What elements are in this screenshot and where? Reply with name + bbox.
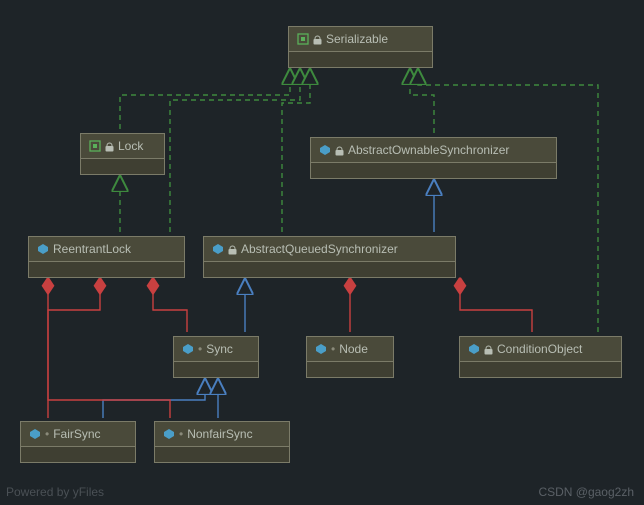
lock-icon [228,244,237,255]
class-icon [182,343,194,355]
class-fairsync[interactable]: • FairSync [20,421,136,463]
vis-icon: • [45,427,49,441]
vis-icon: • [331,342,335,356]
credit-text: CSDN @gaog2zh [538,485,634,499]
class-icon [29,428,41,440]
interface-icon [89,140,101,152]
class-label: ConditionObject [497,342,582,356]
class-lock[interactable]: Lock [80,133,165,175]
watermark: Powered by yFiles [6,485,104,499]
class-icon [37,243,49,255]
class-icon [212,243,224,255]
class-node[interactable]: • Node [306,336,394,378]
class-icon [315,343,327,355]
class-label: AbstractQueuedSynchronizer [241,242,398,256]
vis-icon: • [179,427,183,441]
class-label: Serializable [326,32,388,46]
lock-icon [105,141,114,152]
class-label: AbstractOwnableSynchronizer [348,143,509,157]
class-label: NonfairSync [187,427,252,441]
lock-icon [313,34,322,45]
class-label: Node [339,342,368,356]
class-label: Lock [118,139,143,153]
class-label: FairSync [53,427,100,441]
class-reentrantlock[interactable]: ReentrantLock [28,236,185,278]
class-aos[interactable]: AbstractOwnableSynchronizer [310,137,557,179]
class-aqs[interactable]: AbstractQueuedSynchronizer [203,236,456,278]
class-sync[interactable]: • Sync [173,336,259,378]
lock-icon [335,145,344,156]
vis-icon: • [198,342,202,356]
class-serializable[interactable]: Serializable [288,26,433,68]
class-icon [468,343,480,355]
class-label: ReentrantLock [53,242,131,256]
interface-icon [297,33,309,45]
class-icon [319,144,331,156]
class-nonfairsync[interactable]: • NonfairSync [154,421,290,463]
lock-icon [484,344,493,355]
class-conditionobject[interactable]: ConditionObject [459,336,622,378]
class-icon [163,428,175,440]
class-label: Sync [206,342,233,356]
